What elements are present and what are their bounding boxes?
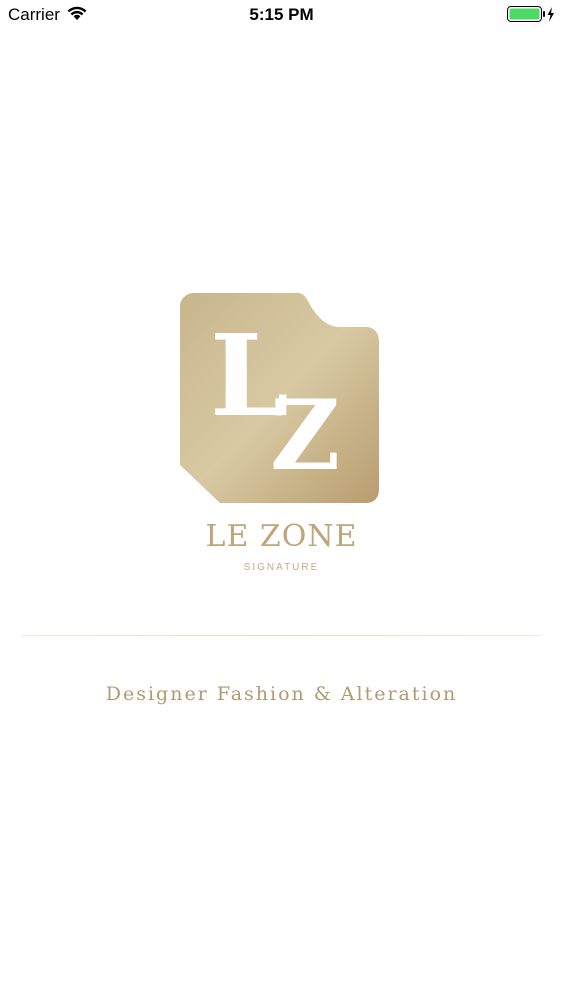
brand-subtitle: SIGNATURE — [243, 562, 320, 573]
divider — [22, 635, 541, 636]
brand-logo: L Z — [180, 293, 380, 505]
battery-icon — [507, 6, 555, 28]
brand-name: LE ZONE — [205, 519, 358, 554]
clock: 5:15 PM — [249, 5, 314, 24]
tagline: Designer Fashion & Alteration — [105, 683, 458, 705]
svg-text:Z: Z — [270, 379, 340, 492]
charging-bolt-icon — [547, 7, 554, 22]
status-bar: Carrier 5:15 PM — [0, 0, 563, 30]
